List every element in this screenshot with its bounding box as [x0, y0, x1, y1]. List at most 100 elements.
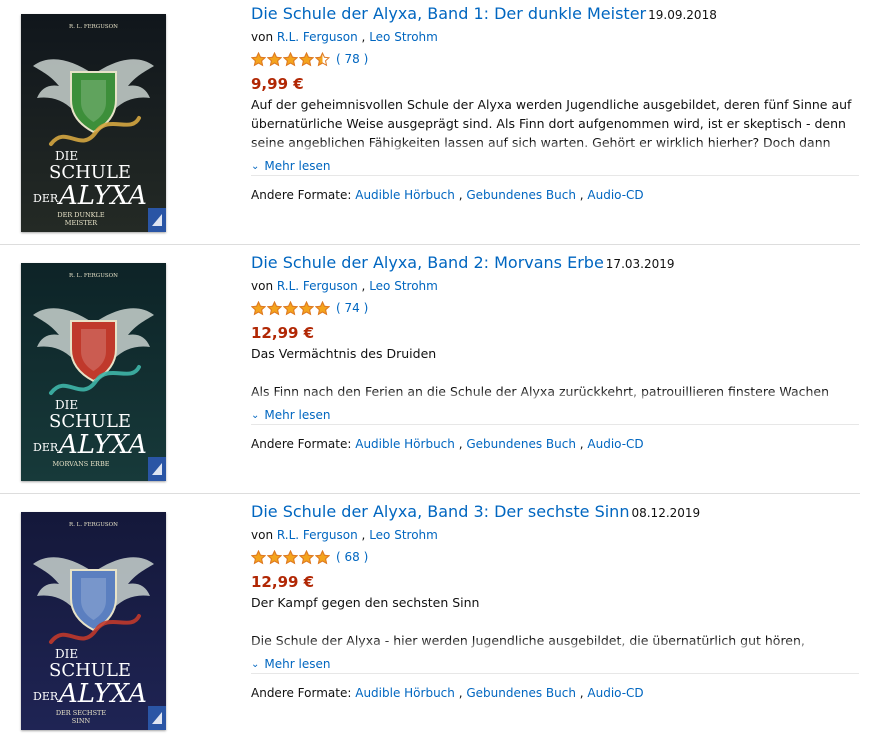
author-link[interactable]: R.L. Ferguson [277, 528, 358, 542]
cover-title-alyxa: ALYXA [57, 430, 147, 460]
chevron-down-icon: ⌄ [251, 659, 260, 670]
cover-title-die: DIE [55, 647, 78, 661]
book-title-link[interactable]: Die Schule der Alyxa, Band 2: Morvans Er… [251, 253, 604, 272]
book-result: R. L. FERGUSON DIE SCHULE DER ALYXA DER SECHS… [0, 493, 870, 747]
cover-title-alyxa: ALYXA [57, 181, 147, 211]
cover-art: R. L. FERGUSON DIESCHULE DER ALYXADER SECHS… [21, 512, 166, 730]
star-full-icon [251, 549, 266, 564]
cover-author: R. L. FERGUSON [69, 24, 118, 30]
star-full-icon [267, 549, 282, 564]
byline: von R.L. Ferguson , Leo Strohm [251, 30, 438, 44]
rating-count-link[interactable]: ( 68 ) [336, 550, 368, 564]
book-title-link[interactable]: Die Schule der Alyxa, Band 1: Der dunkle… [251, 4, 646, 23]
price: 12,99 € [251, 324, 315, 342]
read-more-link[interactable]: ⌄ Mehr lesen [251, 159, 330, 173]
book-title-link[interactable]: Die Schule der Alyxa, Band 3: Der sechst… [251, 502, 629, 521]
star-rating[interactable]: ( 68 ) [251, 549, 368, 565]
byline: von R.L. Ferguson , Leo Strohm [251, 528, 438, 542]
cover-title-schule: SCHULE [49, 660, 131, 681]
format-link[interactable]: Gebundenes Buch [466, 437, 576, 451]
star-rating[interactable]: ( 78 ) [251, 51, 368, 67]
format-link[interactable]: Audible Hörbuch [355, 437, 455, 451]
star-full-icon [299, 300, 314, 315]
publication-date: 19.09.2018 [648, 8, 717, 22]
book-cover[interactable]: R. L. FERGUSON DIE SCHULE DER ALYXA MORVANS E… [21, 263, 166, 481]
description-fade [251, 639, 859, 653]
formats-label: Andere Formate: [251, 686, 352, 700]
cover-title-alyxa: ALYXA [57, 679, 147, 709]
other-formats: Andere Formate: Audible Hörbuch , Gebund… [251, 686, 644, 700]
star-full-icon [315, 549, 330, 564]
book-cover[interactable]: R. L. FERGUSON DIE SCHULE DER ALYXA DER SECHS… [21, 512, 166, 730]
cover-subtitle-2: SINN [72, 717, 91, 725]
description-fade [251, 390, 859, 404]
star-half-icon [315, 51, 330, 66]
author-separator: , [361, 279, 366, 293]
cover-art: R. L. FERGUSON DIESCHULE DER ALYXAMORVANS E… [21, 263, 166, 481]
star-full-icon [299, 51, 314, 66]
cover-title-die: DIE [55, 398, 78, 412]
author-link[interactable]: R.L. Ferguson [277, 279, 358, 293]
cover-title-der: DER [33, 441, 59, 454]
formats-divider [251, 673, 859, 674]
byline-prefix: von [251, 30, 274, 44]
author-link[interactable]: Leo Strohm [369, 30, 438, 44]
cover-subtitle: DER DUNKLE [57, 211, 104, 219]
cover-title-der: DER [33, 192, 59, 205]
description-subtitle: Das Vermächtnis des Druiden [251, 346, 437, 361]
result-separator [0, 493, 860, 494]
format-link[interactable]: Audio-CD [587, 686, 643, 700]
read-more-label: Mehr lesen [264, 159, 331, 173]
format-link[interactable]: Audible Hörbuch [355, 188, 455, 202]
read-more-label: Mehr lesen [264, 408, 331, 422]
price: 9,99 € [251, 75, 304, 93]
stars [251, 300, 330, 316]
author-separator: , [361, 528, 366, 542]
star-full-icon [267, 51, 282, 66]
format-link[interactable]: Gebundenes Buch [466, 686, 576, 700]
rating-count-link[interactable]: ( 74 ) [336, 301, 368, 315]
format-link[interactable]: Gebundenes Buch [466, 188, 576, 202]
format-link[interactable]: Audible Hörbuch [355, 686, 455, 700]
rating-count-link[interactable]: ( 78 ) [336, 52, 368, 66]
publication-date: 08.12.2019 [631, 506, 701, 520]
formats-divider [251, 424, 859, 425]
title-line: Die Schule der Alyxa, Band 2: Morvans Er… [251, 253, 675, 272]
stars [251, 51, 330, 67]
other-formats: Andere Formate: Audible Hörbuch , Gebund… [251, 437, 644, 451]
read-more-link[interactable]: ⌄ Mehr lesen [251, 408, 330, 422]
stars [251, 549, 330, 565]
star-full-icon [299, 549, 314, 564]
cover-subtitle: MORVANS ERBE [53, 460, 110, 468]
format-link[interactable]: Audio-CD [587, 437, 643, 451]
star-full-icon [251, 300, 266, 315]
author-link[interactable]: Leo Strohm [369, 528, 438, 542]
star-full-icon [283, 51, 298, 66]
formats-divider [251, 175, 859, 176]
read-more-label: Mehr lesen [264, 657, 331, 671]
author-separator: , [361, 30, 366, 44]
price: 12,99 € [251, 573, 315, 591]
star-full-icon [267, 300, 282, 315]
byline-prefix: von [251, 279, 274, 293]
author-link[interactable]: R.L. Ferguson [277, 30, 358, 44]
read-more-link[interactable]: ⌄ Mehr lesen [251, 657, 330, 671]
chevron-down-icon: ⌄ [251, 410, 260, 421]
star-full-icon [315, 300, 330, 315]
cover-subtitle-2: MEISTER [65, 219, 99, 227]
description-fade [251, 141, 859, 155]
description-subtitle: Der Kampf gegen den sechsten Sinn [251, 595, 480, 610]
title-line: Die Schule der Alyxa, Band 1: Der dunkle… [251, 4, 717, 23]
format-link[interactable]: Audio-CD [587, 188, 643, 202]
formats-label: Andere Formate: [251, 437, 352, 451]
byline-prefix: von [251, 528, 274, 542]
chevron-down-icon: ⌄ [251, 161, 260, 172]
cover-author: R. L. FERGUSON [69, 273, 118, 279]
star-rating[interactable]: ( 74 ) [251, 300, 368, 316]
cover-subtitle: DER SECHSTE [56, 709, 107, 717]
star-full-icon [251, 51, 266, 66]
book-result: R. L. FERGUSON DIE SCHULE DER ALYXA DER DUNKL… [0, 0, 870, 249]
star-full-icon [283, 300, 298, 315]
author-link[interactable]: Leo Strohm [369, 279, 438, 293]
book-cover[interactable]: R. L. FERGUSON DIE SCHULE DER ALYXA DER DUNKL… [21, 14, 166, 232]
